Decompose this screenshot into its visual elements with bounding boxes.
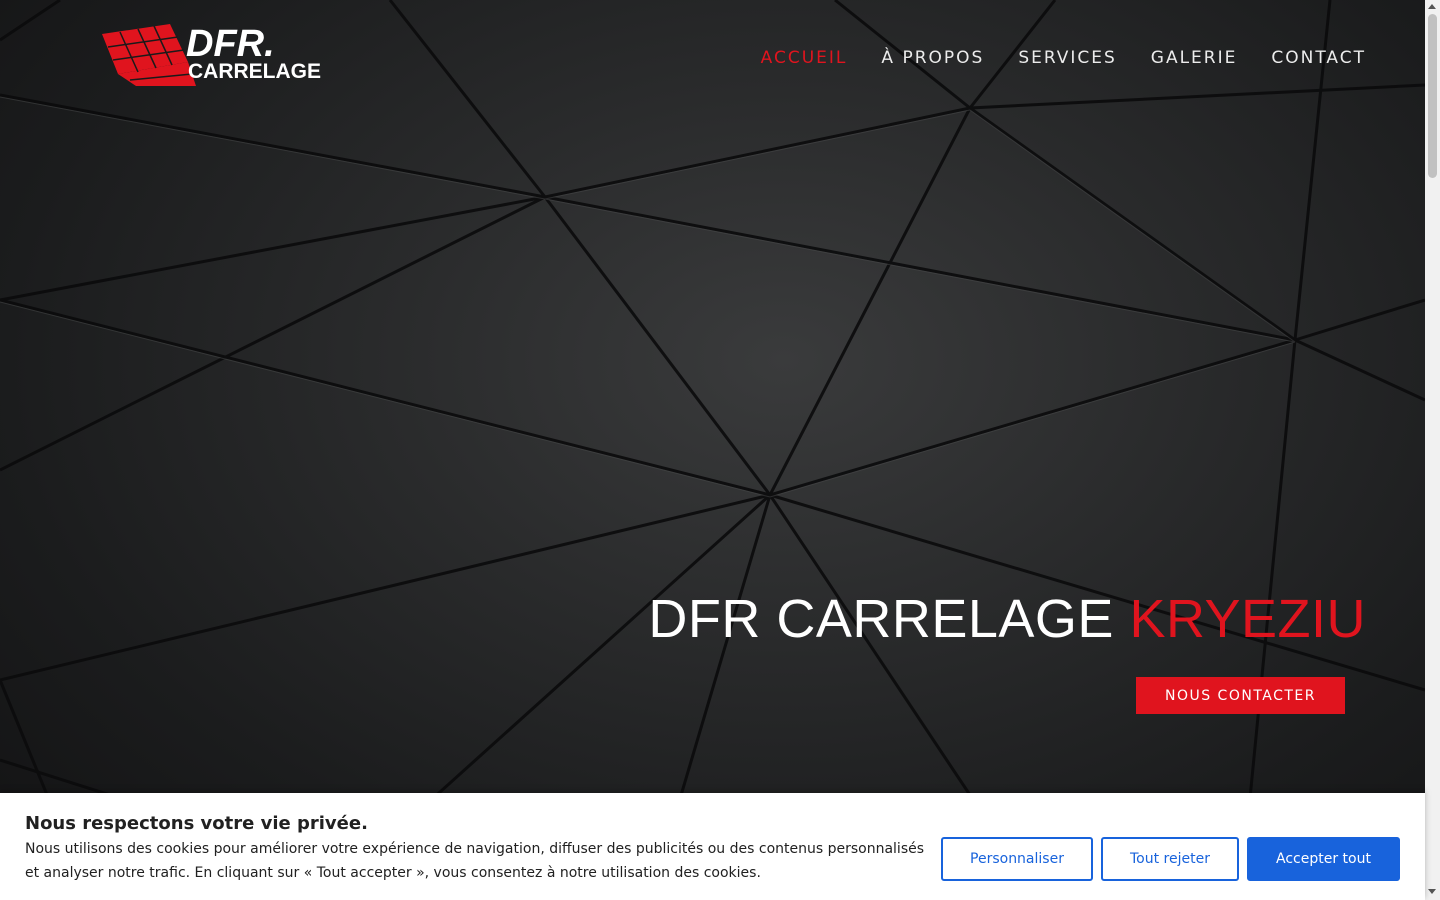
customize-cookies-button[interactable]: Personnaliser <box>941 837 1093 881</box>
cookie-title: Nous respectons votre vie privée. <box>25 813 368 834</box>
contact-us-button[interactable]: NOUS CONTACTER <box>1136 677 1345 714</box>
nav-item-services[interactable]: SERVICES <box>1018 46 1116 70</box>
nav-item-galerie[interactable]: GALERIE <box>1151 46 1238 70</box>
cookie-description: Nous utilisons des cookies pour améliore… <box>25 841 925 881</box>
tile-background-image <box>0 0 1425 900</box>
accept-all-button[interactable]: Accepter tout <box>1247 837 1400 881</box>
nav-item-a-propos[interactable]: À PROPOS <box>881 46 984 70</box>
hero-section <box>0 0 1425 900</box>
hero-title-accent: KRYEZIU <box>1129 589 1366 649</box>
reject-all-button[interactable]: Tout rejeter <box>1101 837 1239 881</box>
hero-title: DFR CARRELAGE KRYEZIU <box>648 588 1366 650</box>
scroll-down-arrow-icon[interactable] <box>1428 889 1436 894</box>
scroll-up-arrow-icon[interactable] <box>1428 4 1436 9</box>
logo-dfr-text: DFR. <box>186 23 275 65</box>
nav-item-accueil[interactable]: ACCUEIL <box>761 46 848 70</box>
nav-item-contact[interactable]: CONTACT <box>1271 46 1366 70</box>
main-nav: ACCUEIL À PROPOS SERVICES GALERIE CONTAC… <box>761 46 1366 70</box>
hero-title-main: DFR CARRELAGE <box>648 589 1130 649</box>
logo-tile-mark <box>102 24 196 86</box>
cookie-consent-banner: Nous respectons votre vie privée. Nous u… <box>0 793 1425 900</box>
scrollbar-thumb[interactable] <box>1428 14 1437 178</box>
logo-carrelage-text: CARRELAGE <box>188 60 321 83</box>
dfr-carrelage-logo[interactable]: DFR. CARRELAGE <box>100 22 340 88</box>
